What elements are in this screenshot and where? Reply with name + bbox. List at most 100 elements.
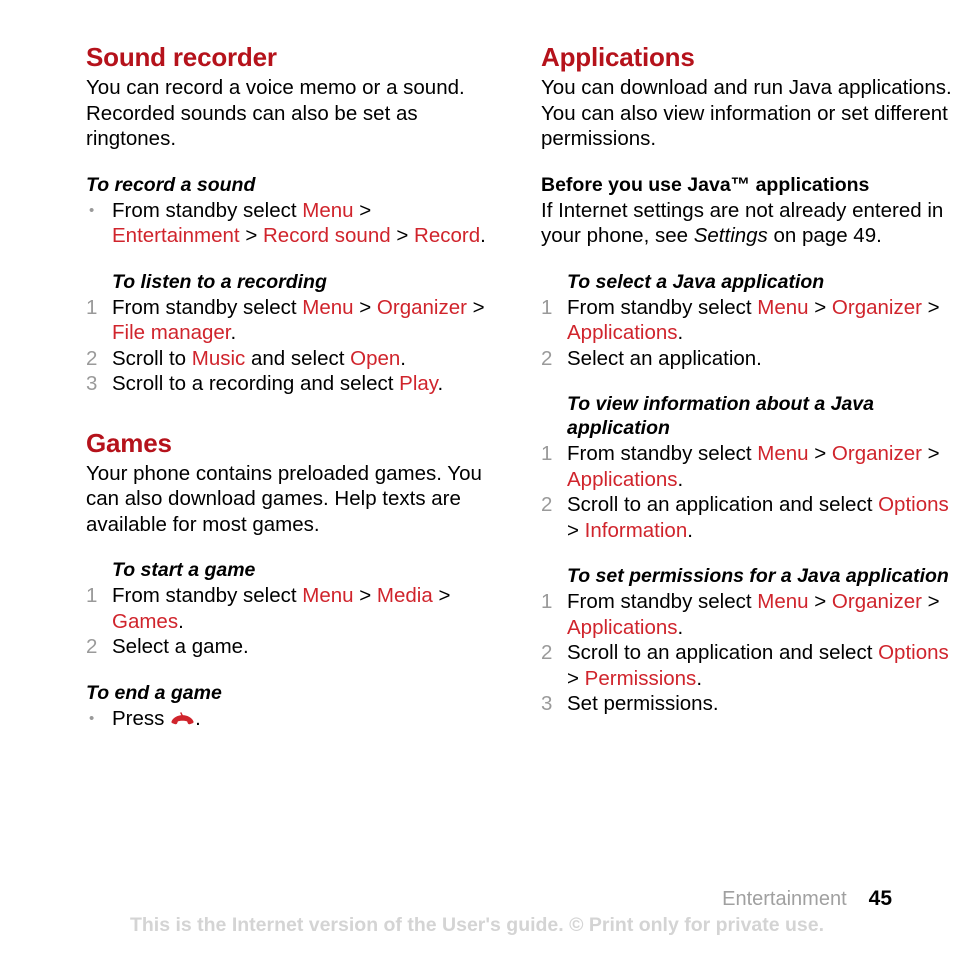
task-step-body: Select an application. bbox=[567, 347, 762, 370]
section-intro-paragraph: You can download and run Java applicatio… bbox=[541, 76, 952, 150]
task-step: • From standby select Menu > Entertainmen… bbox=[86, 198, 499, 249]
task-step-text: . bbox=[178, 609, 184, 633]
task-step-text: . bbox=[230, 321, 237, 344]
task-step-text: Select an application. bbox=[567, 346, 762, 370]
task-step-text: > bbox=[808, 590, 832, 613]
task-step-text: > bbox=[353, 295, 377, 319]
task-step: 2 Scroll to Music and select Open. bbox=[86, 346, 499, 372]
task-step-text: From standby select bbox=[112, 295, 303, 319]
ui-term: Games bbox=[112, 609, 179, 633]
ui-term: Permissions bbox=[584, 666, 697, 690]
task-step-text: . bbox=[195, 706, 201, 730]
task-step-text: . bbox=[480, 224, 486, 247]
task-step: 2 Scroll to an application and select Opt… bbox=[541, 492, 954, 543]
ui-term: Menu bbox=[302, 198, 354, 222]
task-step-text: > bbox=[808, 442, 832, 465]
task-step-body: Scroll to a recording and select Play. bbox=[112, 372, 443, 395]
task-step-text: > bbox=[353, 198, 372, 222]
ui-term: Organizer bbox=[831, 442, 922, 465]
task-step-text: > bbox=[353, 584, 377, 607]
ui-term: Applications bbox=[567, 615, 678, 639]
document-page: Sound recorder You can record a voice mem… bbox=[0, 0, 954, 954]
task-step-list: 1 From standby select Menu > Organizer > … bbox=[541, 295, 954, 372]
task-step-text: Select a game. bbox=[112, 635, 249, 658]
task-step-body: Press . bbox=[112, 707, 201, 730]
step-number-marker: 2 bbox=[86, 346, 98, 370]
task-paragraph: If Internet settings are not already ent… bbox=[541, 198, 954, 249]
task-step-text: > bbox=[567, 666, 585, 690]
task-subhead: To record a sound bbox=[86, 173, 256, 196]
section-heading: Sound recorder bbox=[86, 42, 277, 72]
section-intro-paragraph: You can record a voice memo or a sound. … bbox=[86, 76, 465, 150]
end-call-icon bbox=[171, 708, 194, 724]
ui-term: Entertainment bbox=[112, 224, 240, 247]
task-step-body: Set permissions. bbox=[567, 692, 719, 715]
task-step-body: From standby select Menu > Media > Games… bbox=[112, 584, 450, 633]
task-step-text: From standby select bbox=[567, 295, 758, 319]
section-intro-paragraph: Your phone contains preloaded games. You… bbox=[86, 461, 482, 536]
ui-term: Options bbox=[878, 641, 949, 664]
ui-term: Play bbox=[399, 372, 438, 395]
task-step-text: and select bbox=[245, 346, 351, 370]
ui-term: Information bbox=[584, 518, 688, 542]
task-step-list: • From standby select Menu > Entertainmen… bbox=[86, 198, 499, 249]
step-number-marker: 1 bbox=[541, 295, 553, 319]
task-step: 2 Select an application. bbox=[541, 346, 954, 372]
task-subhead: To set permissions for a Java applicatio… bbox=[567, 565, 949, 587]
section-heading: Games bbox=[86, 427, 172, 458]
task-step-text: From standby select bbox=[567, 442, 758, 465]
step-number-marker: 1 bbox=[86, 584, 98, 607]
task-step-body: Scroll to an application and select Opti… bbox=[567, 493, 949, 542]
ui-term: Menu bbox=[757, 590, 809, 613]
two-column-body: Sound recorder You can record a voice mem… bbox=[0, 42, 954, 731]
task-step-text: Press bbox=[112, 706, 171, 730]
task-step-body: From standby select Menu > Organizer > A… bbox=[567, 296, 940, 345]
cross-reference: Settings bbox=[693, 224, 768, 247]
task-step-list: • Press . bbox=[86, 706, 499, 732]
task-step-text: > bbox=[808, 295, 832, 319]
task-step-text: Scroll to an application and select bbox=[567, 641, 879, 664]
task-step-body: Scroll to Music and select Open. bbox=[112, 347, 406, 370]
task-step-body: From standby select Menu > Organizer > A… bbox=[567, 590, 940, 639]
task-subhead: To select a Java application bbox=[567, 270, 825, 293]
task-step-text: Scroll to an application and select bbox=[567, 493, 879, 516]
right-column: Applications You can download and run Jav… bbox=[541, 42, 954, 731]
task-step-text: Scroll to a recording and select bbox=[112, 372, 400, 395]
task-step-text: From standby select bbox=[567, 590, 758, 613]
internet-version-watermark: This is the Internet version of the User… bbox=[129, 914, 825, 936]
task-step-text: . bbox=[677, 615, 684, 639]
section-heading: Applications bbox=[541, 42, 695, 72]
page-footer: Entertainment 45 bbox=[0, 886, 954, 912]
ui-term: Record bbox=[414, 224, 481, 247]
ui-term: Music bbox=[191, 346, 246, 370]
task-step-body: From standby select Menu > Organizer > F… bbox=[112, 296, 485, 345]
ui-term: Record sound bbox=[263, 224, 391, 247]
task-step: 3 Scroll to a recording and select Play. bbox=[86, 371, 499, 397]
bullet-marker: • bbox=[89, 709, 95, 727]
task-step: 2 Select a game. bbox=[86, 634, 499, 660]
bullet-marker: • bbox=[89, 201, 95, 219]
ui-term: Organizer bbox=[831, 295, 922, 319]
step-number-marker: 3 bbox=[86, 372, 98, 395]
task-step-text: > bbox=[567, 518, 585, 542]
step-number-marker: 1 bbox=[86, 295, 98, 319]
ui-term: Options bbox=[878, 493, 949, 516]
ui-term: Organizer bbox=[376, 295, 467, 319]
task-step-body: Select a game. bbox=[112, 635, 249, 658]
ui-term: Media bbox=[376, 584, 433, 607]
task-step-text: > bbox=[239, 224, 263, 247]
ui-term: Menu bbox=[757, 442, 809, 465]
task-step-text: . bbox=[677, 467, 684, 491]
task-step-text: . bbox=[687, 518, 693, 542]
task-step-text: From standby select bbox=[112, 198, 303, 222]
task-step-body: From standby select Menu > Organizer > A… bbox=[567, 442, 940, 491]
ui-term: File manager bbox=[112, 321, 231, 344]
task-step-body: Scroll to an application and select Opti… bbox=[567, 641, 949, 690]
step-number-marker: 1 bbox=[541, 442, 553, 465]
task-step-text: > bbox=[921, 442, 940, 465]
task-step: • Press . bbox=[86, 706, 499, 732]
task-step-text: Set permissions. bbox=[567, 692, 719, 715]
task-step: 1 From standby select Menu > Organizer > … bbox=[541, 295, 954, 346]
task-step: 2 Scroll to an application and select Opt… bbox=[541, 640, 954, 691]
task-subhead: Before you use Java™ applications bbox=[541, 173, 870, 196]
